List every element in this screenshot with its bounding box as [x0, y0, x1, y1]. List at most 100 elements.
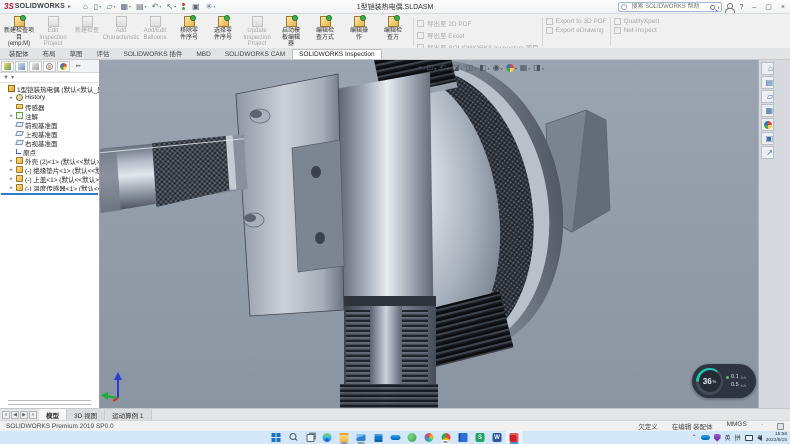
view-palette-icon[interactable]: ▦	[761, 104, 774, 117]
hide-show-items-icon[interactable]: ◉▾	[493, 63, 503, 73]
solidworks-forum-icon[interactable]: ↗	[761, 146, 774, 159]
display-tray-icon[interactable]	[745, 435, 753, 441]
ribbon-button[interactable]: 编辑操 作	[342, 15, 376, 48]
export-item[interactable]: Export to 3D PDF	[546, 18, 607, 25]
edge-icon[interactable]	[319, 431, 336, 444]
ribbon-button[interactable]: 新建检查	[70, 15, 104, 48]
solidworks-resources-icon[interactable]: ⌂	[761, 62, 774, 75]
dictionary-app-icon[interactable]	[455, 431, 472, 444]
zoom-fit-icon[interactable]: ⌖	[418, 63, 424, 73]
select-icon[interactable]: ↖▾	[164, 1, 178, 13]
previous-view-icon[interactable]: ↶▾	[439, 63, 449, 73]
panel-resize-handle[interactable]	[8, 400, 91, 405]
quality-item[interactable]: Net-Inspect	[614, 27, 660, 34]
store-icon[interactable]	[370, 431, 387, 444]
help-button[interactable]: ?	[736, 1, 746, 14]
ribbon-button[interactable]: 新建检查项目 (emp:M)	[2, 15, 36, 48]
security-shield-icon[interactable]	[714, 434, 721, 442]
ribbon-button[interactable]: 选择零 件序号	[206, 15, 240, 48]
tree-filter[interactable]: ▼ ▾	[0, 73, 99, 83]
home-icon[interactable]: ⌂	[81, 1, 91, 13]
pinwheel-app-icon[interactable]	[421, 431, 438, 444]
word-app-icon[interactable]	[489, 431, 506, 444]
appearances-scenes-icon[interactable]	[761, 118, 774, 131]
sheets-app-icon[interactable]	[472, 431, 489, 444]
expand-icon[interactable]: ▸	[9, 167, 14, 173]
explorer-icon[interactable]	[336, 431, 353, 444]
restore-button[interactable]: ▢	[762, 1, 775, 14]
status-item[interactable]: ·	[761, 421, 763, 431]
green-app-icon[interactable]	[404, 431, 421, 444]
search-input[interactable]	[629, 3, 708, 11]
document-tab[interactable]: 3D 视图	[67, 409, 105, 420]
tab-nav-button[interactable]: ▶	[20, 411, 28, 419]
onedrive-tray-icon[interactable]	[701, 435, 710, 440]
undo-icon[interactable]: ↶▾	[150, 1, 164, 13]
ribbon-button[interactable]: 启动模 板编辑 器	[274, 15, 308, 48]
ribbon-button[interactable]: 编辑检 查方	[376, 15, 410, 48]
search-scope-icon[interactable]	[621, 4, 627, 10]
apply-scene-icon[interactable]: ▦▾	[520, 63, 531, 73]
ribbon-button[interactable]: 编辑检 查方式	[308, 15, 342, 48]
view-settings-icon[interactable]: ◨▾	[533, 63, 544, 73]
status-item[interactable]: 欠定义	[638, 421, 658, 431]
start-icon[interactable]	[268, 431, 285, 444]
new-document-icon[interactable]: ▯▾	[92, 1, 103, 13]
export-item[interactable]: 导出至 2D PDF	[417, 18, 539, 28]
custom-properties-icon[interactable]: ▣	[761, 132, 774, 145]
minimize-button[interactable]: –	[749, 1, 759, 14]
propertymanager-tab-icon[interactable]	[15, 61, 28, 72]
configurationmanager-tab-icon[interactable]	[29, 61, 42, 72]
tree-item[interactable]: 传感器	[0, 102, 99, 111]
command-tab[interactable]: MBD	[189, 49, 217, 59]
displaymanager-tab-icon[interactable]	[57, 61, 70, 72]
tree-item[interactable]: 1型铠装热电偶 (默认<默认_显示状态-1>	[0, 84, 99, 93]
ribbon-button[interactable]: Edit Inspection Project	[36, 15, 70, 48]
clock[interactable]: 15:58 2022/8/15	[766, 432, 787, 443]
expand-icon[interactable]: ▸	[9, 95, 14, 101]
login-icon[interactable]	[725, 3, 733, 12]
tab-nav-button[interactable]: ◀	[11, 411, 19, 419]
ime-indicator[interactable]: 拼	[735, 433, 741, 442]
status-item[interactable]: 在编辑 装配体	[672, 421, 713, 431]
open-icon[interactable]: ▱▾	[104, 1, 117, 13]
expand-icon[interactable]: ▸	[9, 113, 14, 119]
document-tab[interactable]: 模型	[39, 409, 67, 420]
filter-dropdown-icon[interactable]: ▾	[11, 74, 14, 81]
dimxpertmanager-tab-icon[interactable]	[43, 61, 56, 72]
mail-icon[interactable]	[353, 431, 370, 444]
status-tag-icon[interactable]	[777, 423, 784, 430]
command-tab[interactable]: 草图	[63, 46, 90, 59]
tab-nav-button[interactable]: «	[2, 411, 10, 419]
onedrive-icon[interactable]	[387, 431, 404, 444]
chrome-icon[interactable]	[438, 431, 455, 444]
tree-item[interactable]: ▸ (-) 温度传感器<1> (默认<<默认>_	[0, 183, 99, 191]
search-dropdown-icon[interactable]: ▾	[717, 5, 719, 10]
network-monitor-overlay[interactable]: 36% 0.1 K/s 0.5 K/s	[692, 364, 756, 398]
print-icon[interactable]: ▤▾	[134, 1, 149, 13]
solidworks-logo[interactable]: 3S SOLIDWORKS ▸	[0, 2, 75, 11]
quality-item[interactable]: QualityXpert	[614, 18, 660, 25]
task-view-icon[interactable]	[302, 431, 319, 444]
file-explorer-pane-icon[interactable]: ▱	[761, 90, 774, 103]
command-tab[interactable]: SOLIDWORKS Inspection	[292, 49, 382, 59]
search-box[interactable]: ▾	[618, 2, 722, 12]
menu-flyout-icon[interactable]: ▸	[68, 3, 71, 10]
graphics-viewport[interactable]: ⌖⊡▾↶▾◪▾◫▾◧▾◉▾▾▦▾◨▾ 36% 0.1 K/s 0.5	[100, 60, 758, 408]
status-item[interactable]: MMGS	[727, 421, 747, 431]
expand-icon[interactable]: ▸	[9, 158, 14, 164]
command-tab[interactable]: 装配体	[2, 46, 36, 59]
command-tab[interactable]: SOLIDWORKS CAM	[218, 49, 292, 59]
tree-item[interactable]: 右视基准面	[0, 138, 99, 147]
tray-expand-icon[interactable]: ⌃	[692, 434, 697, 441]
file-properties-icon[interactable]: ▣	[190, 1, 203, 13]
volume-muted-icon[interactable]	[757, 435, 762, 441]
display-style-icon[interactable]: ◧▾	[479, 63, 490, 73]
tab-nav-button[interactable]: »	[29, 411, 37, 419]
options-icon[interactable]: ✳▾	[204, 1, 218, 13]
section-view-icon[interactable]: ◪▾	[452, 63, 463, 73]
command-tab[interactable]: 评估	[90, 46, 117, 59]
expand-icon[interactable]: ▸	[9, 185, 14, 191]
tree-item[interactable]: ▸ History	[0, 93, 99, 102]
rebuild-icon[interactable]: ●	[179, 1, 189, 13]
